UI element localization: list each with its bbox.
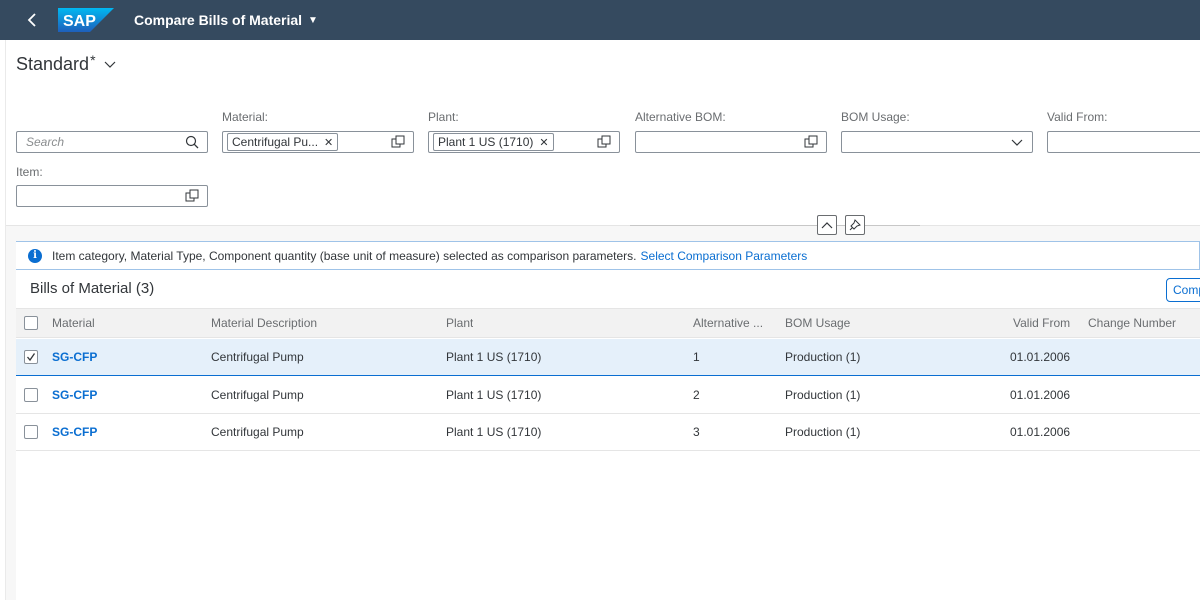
material-link[interactable]: SG-CFP: [52, 350, 97, 364]
alternative-cell: 2: [693, 388, 700, 402]
plant-cell: Plant 1 US (1710): [446, 425, 542, 439]
search-input[interactable]: Search: [16, 131, 208, 153]
remove-token-icon[interactable]: ✕: [539, 136, 548, 149]
col-header-change-number[interactable]: Change Number: [1088, 316, 1176, 330]
bom-usage-cell: Production (1): [785, 350, 861, 364]
app-title: Compare Bills of Material: [134, 12, 303, 28]
value-help-icon[interactable]: [391, 135, 405, 149]
plant-field[interactable]: Plant 1 US (1710) ✕: [428, 131, 620, 153]
bom-table: Bills of Material (3) Compare Material M…: [16, 270, 1200, 600]
caret-down-icon: ▼: [308, 14, 318, 26]
valid-from-label: Valid From:: [1047, 110, 1108, 124]
table-title: Bills of Material (3): [30, 280, 155, 297]
material-link[interactable]: SG-CFP: [52, 425, 97, 439]
alt-bom-field[interactable]: [635, 131, 827, 153]
value-help-icon[interactable]: [804, 135, 818, 149]
app-title-menu[interactable]: Compare Bills of Material ▼: [134, 12, 318, 28]
value-help-icon[interactable]: [185, 189, 199, 203]
pin-icon: [849, 219, 861, 231]
bom-usage-cell: Production (1): [785, 388, 861, 402]
valid-from-cell: 01.01.2006: [1010, 350, 1071, 364]
search-icon[interactable]: [185, 135, 199, 149]
checkmark-icon: [27, 353, 36, 362]
plant-label: Plant:: [428, 110, 459, 124]
sap-logo-text: SAP: [63, 13, 96, 30]
item-label: Item:: [16, 165, 43, 179]
col-header-material[interactable]: Material: [52, 316, 95, 330]
info-text: Item category, Material Type, Component …: [52, 248, 637, 263]
table-row[interactable]: SG-CFP Centrifugal Pump Plant 1 US (1710…: [16, 339, 1200, 376]
info-message-strip: i Item category, Material Type, Componen…: [16, 241, 1200, 270]
select-all-checkbox[interactable]: [24, 316, 38, 330]
info-icon: i: [28, 248, 42, 263]
bom-usage-cell: Production (1): [785, 425, 861, 439]
row-checkbox[interactable]: [24, 388, 38, 402]
remove-token-icon[interactable]: ✕: [324, 136, 333, 149]
table-row[interactable]: SG-CFP Centrifugal Pump Plant 1 US (1710…: [16, 414, 1200, 451]
filter-bar: Standard * Search Material: Centrifugal …: [6, 40, 1200, 226]
material-link[interactable]: SG-CFP: [52, 388, 97, 402]
header-divider: [630, 225, 920, 226]
col-header-alternative[interactable]: Alternative ...: [693, 316, 777, 330]
plant-token-text: Plant 1 US (1710): [438, 135, 534, 149]
alt-bom-label: Alternative BOM:: [635, 110, 726, 124]
compare-button[interactable]: Compare: [1166, 278, 1200, 302]
valid-from-cell: 01.01.2006: [1010, 388, 1071, 402]
valid-from-field[interactable]: [1047, 131, 1200, 153]
col-header-bom-usage[interactable]: BOM Usage: [785, 316, 850, 330]
material-description: Centrifugal Pump: [211, 388, 304, 402]
chevron-down-icon[interactable]: [1010, 135, 1024, 149]
sap-logo: SAP: [58, 8, 114, 32]
plant-token[interactable]: Plant 1 US (1710) ✕: [433, 133, 554, 151]
pin-header-button[interactable]: [845, 215, 865, 235]
bom-usage-label: BOM Usage:: [841, 110, 910, 124]
search-placeholder: Search: [26, 135, 65, 149]
value-help-icon[interactable]: [597, 135, 611, 149]
valid-from-cell: 01.01.2006: [1010, 425, 1071, 439]
col-header-description[interactable]: Material Description: [211, 316, 317, 330]
select-comparison-parameters-link[interactable]: Select Comparison Parameters: [641, 249, 808, 263]
col-header-valid-from[interactable]: Valid From: [1013, 316, 1070, 330]
row-checkbox[interactable]: [24, 425, 38, 439]
material-label: Material:: [222, 110, 269, 124]
alternative-cell: 3: [693, 425, 700, 439]
variant-selector[interactable]: Standard *: [16, 51, 116, 75]
chevron-up-icon: [821, 222, 833, 229]
col-header-plant[interactable]: Plant: [446, 316, 473, 330]
table-header-row: Material Material Description Plant Alte…: [16, 308, 1200, 338]
material-description: Centrifugal Pump: [211, 425, 304, 439]
variant-name: Standard: [16, 54, 90, 74]
chevron-down-icon: [104, 61, 115, 68]
material-field[interactable]: Centrifugal Pu... ✕: [222, 131, 414, 153]
chevron-left-icon: [27, 13, 36, 27]
back-button[interactable]: [12, 0, 52, 40]
bom-usage-select[interactable]: [841, 131, 1033, 153]
table-row[interactable]: SG-CFP Centrifugal Pump Plant 1 US (1710…: [16, 377, 1200, 414]
row-checkbox[interactable]: [24, 350, 38, 364]
collapse-header-button[interactable]: [817, 215, 837, 235]
plant-cell: Plant 1 US (1710): [446, 350, 542, 364]
alternative-cell: 1: [693, 350, 700, 364]
material-token-text: Centrifugal Pu...: [232, 135, 319, 149]
shell-bar: SAP Compare Bills of Material ▼: [0, 0, 1200, 40]
plant-cell: Plant 1 US (1710): [446, 388, 542, 402]
material-description: Centrifugal Pump: [211, 350, 304, 364]
item-field[interactable]: [16, 185, 208, 207]
material-token[interactable]: Centrifugal Pu... ✕: [227, 133, 339, 151]
variant-modified-mark: *: [90, 51, 96, 68]
